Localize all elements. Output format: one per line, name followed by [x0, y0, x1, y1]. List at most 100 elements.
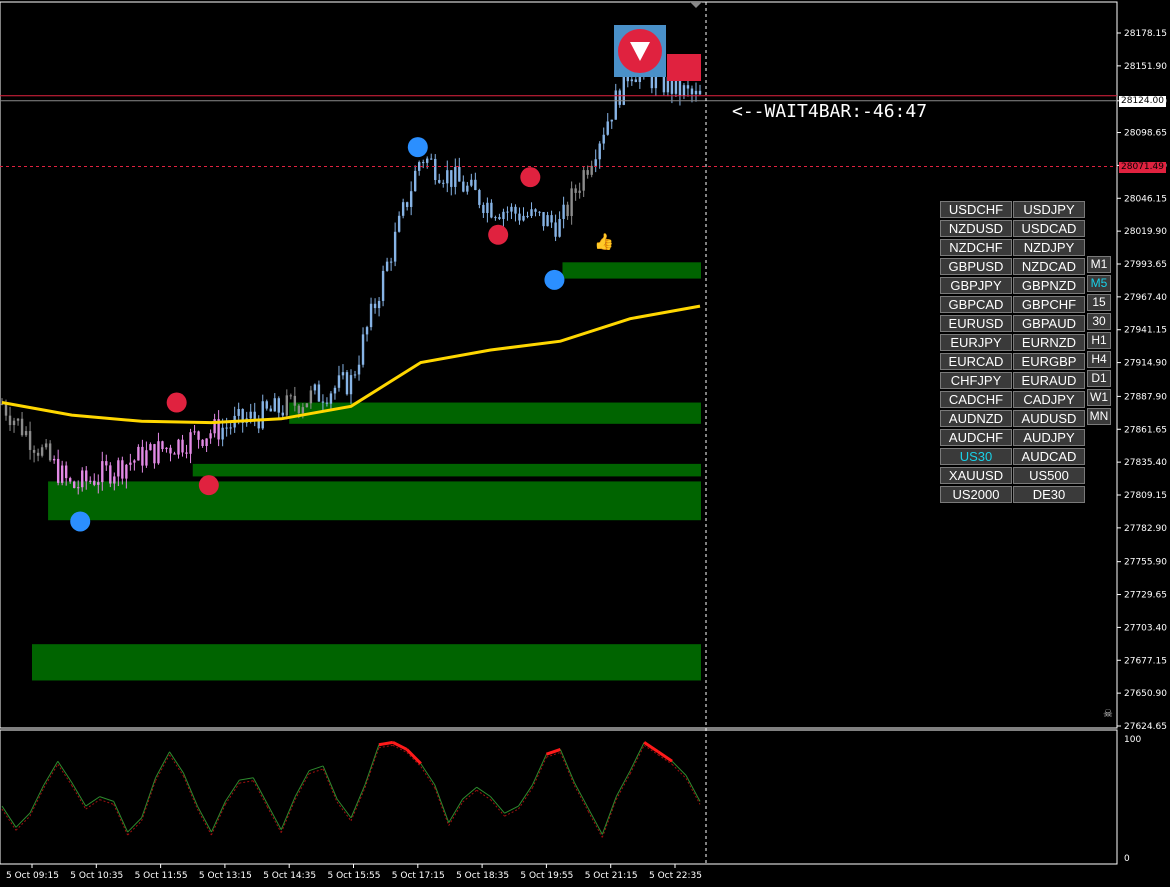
symbol-button-usdcad[interactable]: USDCAD	[1013, 220, 1085, 237]
current-price-tag: 28124.00	[1119, 95, 1166, 107]
candle-body	[381, 270, 385, 301]
symbol-button-gbpchf[interactable]: GBPCHF	[1013, 296, 1085, 313]
oscillator-signal-segment	[573, 785, 589, 812]
candle-body	[341, 372, 345, 376]
candle-body	[309, 390, 313, 404]
symbol-button-nzdchf[interactable]: NZDCHF	[940, 239, 1012, 256]
candle-body	[273, 398, 276, 412]
buy-signal-dot	[70, 511, 91, 532]
symbol-button-us2000[interactable]: US2000	[940, 486, 1012, 503]
candle-body	[353, 374, 357, 376]
symbol-button-usdchf[interactable]: USDCHF	[940, 201, 1012, 218]
candle-body	[389, 261, 393, 263]
symbol-button-gbpjpy[interactable]: GBPJPY	[940, 277, 1012, 294]
symbol-button-nzdjpy[interactable]: NZDJPY	[1013, 239, 1085, 256]
candle-body	[518, 213, 521, 221]
symbol-button-eurjpy[interactable]: EURJPY	[940, 334, 1012, 351]
candle-body	[60, 465, 64, 483]
thumbs-up-icon: 👍	[594, 232, 614, 251]
time-tick-label: 5 Oct 10:35	[70, 871, 123, 881]
timeframe-button-h1[interactable]: H1	[1087, 332, 1111, 349]
symbol-button-cadchf[interactable]: CADCHF	[940, 391, 1012, 408]
symbol-button-nzdusd[interactable]: NZDUSD	[940, 220, 1012, 237]
timeframe-button-15[interactable]: 15	[1087, 294, 1111, 311]
candle-body	[173, 453, 176, 455]
symbol-button-audusd[interactable]: AUDUSD	[1013, 410, 1085, 427]
candle-body	[446, 170, 449, 184]
symbol-button-us500[interactable]: US500	[1013, 467, 1085, 484]
time-tick-label: 5 Oct 09:15	[6, 871, 59, 881]
price-tick-label: 27624.65	[1124, 722, 1167, 732]
timeframe-button-30[interactable]: 30	[1087, 313, 1111, 330]
zones-layer	[32, 262, 701, 681]
oscillator-signal-segment	[239, 780, 254, 784]
timeframe-button-d1[interactable]: D1	[1087, 370, 1111, 387]
candle-body	[293, 395, 297, 406]
candle-body	[189, 432, 192, 454]
candle-body	[177, 439, 180, 455]
demand-zone	[32, 644, 701, 681]
oscillator-segment	[378, 740, 394, 747]
candle-body	[506, 211, 509, 213]
oscillator-signal-segment	[559, 752, 575, 786]
symbol-button-nzdcad[interactable]: NZDCAD	[1013, 258, 1085, 275]
symbol-button-gbpnzd[interactable]: GBPNZD	[1013, 277, 1085, 294]
candle-body	[373, 303, 377, 309]
oscillator-signal-segment	[280, 799, 296, 833]
symbol-button-gbpusd[interactable]: GBPUSD	[940, 258, 1012, 275]
candle-body	[618, 90, 621, 105]
candle-body	[321, 401, 325, 403]
red-level-tag: 28071.49	[1119, 161, 1166, 173]
candle-body	[490, 202, 493, 218]
candle-body	[474, 179, 477, 191]
oscillator-signal-segment	[322, 768, 338, 803]
timeframe-button-h4[interactable]: H4	[1087, 351, 1111, 368]
symbol-button-audchf[interactable]: AUDCHF	[940, 429, 1012, 446]
symbol-button-us30[interactable]: US30	[940, 448, 1012, 465]
candle-body	[478, 190, 481, 205]
timeframe-button-m1[interactable]: M1	[1087, 256, 1111, 273]
candle-body	[566, 204, 569, 217]
candle-body	[77, 487, 80, 489]
symbol-button-de30[interactable]: DE30	[1013, 486, 1085, 503]
candle-body	[550, 215, 553, 223]
symbol-button-eurnzd[interactable]: EURNZD	[1013, 334, 1085, 351]
symbol-button-eurgbp[interactable]: EURGBP	[1013, 353, 1085, 370]
symbol-button-gbpcad[interactable]: GBPCAD	[940, 296, 1012, 313]
timeframe-button-mn[interactable]: MN	[1087, 408, 1111, 425]
symbol-button-audjpy[interactable]: AUDJPY	[1013, 429, 1085, 446]
symbol-button-eurusd[interactable]: EURUSD	[940, 315, 1012, 332]
oscillator-segment	[322, 765, 338, 800]
candle-body	[422, 162, 425, 164]
timeframe-button-w1[interactable]: W1	[1087, 389, 1111, 406]
candle-body	[249, 411, 252, 419]
symbol-button-audnzd[interactable]: AUDNZD	[940, 410, 1012, 427]
price-tick-label: 27782.90	[1124, 524, 1167, 534]
symbol-button-eurcad[interactable]: EURCAD	[940, 353, 1012, 370]
symbol-button-chfjpy[interactable]: CHFJPY	[940, 372, 1012, 389]
price-tick-label: 27677.15	[1124, 656, 1167, 666]
candle-body	[345, 372, 349, 395]
scroll-arrow-icon[interactable]	[690, 2, 702, 8]
candle-body	[430, 158, 433, 160]
symbol-button-usdjpy[interactable]: USDJPY	[1013, 201, 1085, 218]
buy-signal-dot	[544, 269, 565, 290]
oscillator-signal-segment	[141, 780, 157, 822]
candle-body	[590, 165, 593, 175]
candle-body	[329, 393, 333, 404]
candle-body	[369, 303, 373, 328]
symbol-button-gbpaud[interactable]: GBPAUD	[1013, 315, 1085, 332]
candle-body	[682, 85, 686, 96]
candle-body	[20, 418, 24, 436]
symbol-button-euraud[interactable]: EURAUD	[1013, 372, 1085, 389]
candle-body	[261, 401, 264, 429]
demand-zone	[192, 463, 701, 477]
timeframe-button-m5[interactable]: M5	[1087, 275, 1111, 292]
candle-body	[281, 412, 285, 416]
symbol-button-cadjpy[interactable]: CADJPY	[1013, 391, 1085, 408]
sell-signal-dot	[520, 167, 541, 188]
candle-body	[185, 452, 188, 454]
oscillator-axis: 100 0	[1124, 735, 1141, 864]
symbol-button-xauusd[interactable]: XAUUSD	[940, 467, 1012, 484]
symbol-button-audcad[interactable]: AUDCAD	[1013, 448, 1085, 465]
